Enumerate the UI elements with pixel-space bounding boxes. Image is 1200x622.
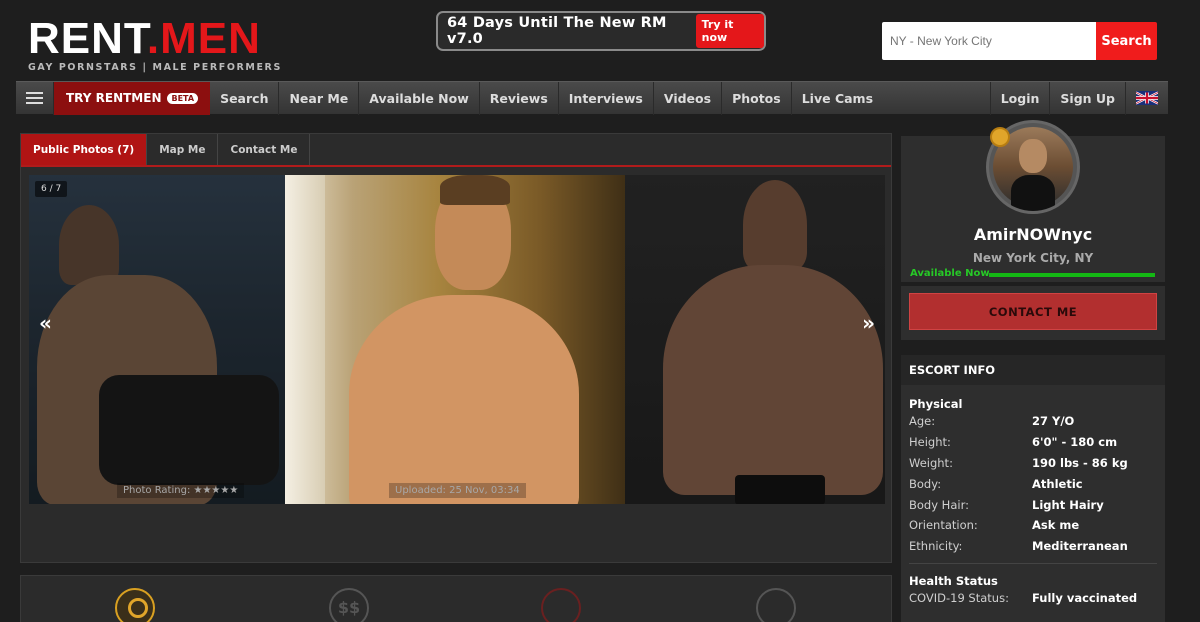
photo-rating: Photo Rating: ★★★★★ [117,483,245,498]
info-row: Orientation: Ask me [901,515,1165,536]
info-row: Ethnicity: Mediterranean [901,536,1165,557]
try-it-now-button[interactable]: Try it now [695,14,764,48]
promo-text: 64 Days Until The New RM v7.0 [447,15,667,47]
tab-map-me[interactable]: Map Me [147,134,219,165]
medal-icon [990,127,1010,147]
tab-contact-me[interactable]: Contact Me [218,134,311,165]
login-link[interactable]: Login [989,81,1050,115]
availability-bar [989,273,1155,277]
section-divider [909,562,1157,564]
language-selector[interactable] [1125,81,1168,115]
beta-badge: BETA [167,92,199,104]
tab-public-photos[interactable]: Public Photos (7) [21,134,148,165]
search-button[interactable]: Search [1096,22,1157,60]
gallery-photo-active[interactable] [285,175,625,504]
nav-item-photos[interactable]: Photos [722,81,792,115]
info-value: Fully vaccinated [1032,590,1138,605]
escort-info-title: ESCORT INFO [901,355,1165,385]
profile-tabs: Public Photos (7) Map Me Contact Me [21,134,891,167]
info-label: Orientation: [909,518,978,533]
nav-right: Login Sign Up [989,81,1168,115]
nav-item-live-cams[interactable]: Live Cams [792,82,883,115]
info-value: Mediterranean [1032,539,1128,554]
location-search-input[interactable] [882,22,1096,60]
nav-item-reviews[interactable]: Reviews [480,81,559,115]
photo-carousel: 6 / 7 « » Photo Rating: ★★★★★ Uploaded: … [29,175,885,504]
physical-title: Physical [909,397,963,411]
info-row: Height: 6'0" - 180 cm [901,432,1165,453]
info-label: Weight: [909,455,953,470]
site-logo[interactable]: RENT.MEN GAY PORNSTARS | MALE PERFORMERS [28,14,288,74]
escort-info-panel: ESCORT INFO Physical Age: 27 Y/O Height: 6'… [901,355,1165,622]
info-row: Age: 27 Y/O [901,411,1165,432]
info-row: Body: Athletic [901,473,1165,494]
gallery-photo[interactable] [625,175,885,504]
availability-status: Available Now [910,268,990,279]
clock-icon [541,588,581,622]
info-value: 6'0" - 180 cm [1032,435,1118,450]
photo-panel: Public Photos (7) Map Me Contact Me 6 / … [20,133,892,563]
info-label: Age: [909,414,936,429]
nav-item-interviews[interactable]: Interviews [559,81,654,115]
physical-info-list: Age: 27 Y/O Height: 6'0" - 180 cm Weight: 190… [901,411,1165,557]
info-value: Athletic [1032,476,1083,491]
profile-card: AmirNOWnyc New York City, NY Available N… [901,120,1165,282]
profile-location: New York City, NY [972,251,1094,265]
page: RENT.MEN GAY PORNSTARS | MALE PERFORMERS… [0,0,1200,622]
info-label: COVID-19 Status: [909,590,1009,605]
info-value: 27 Y/O [1032,414,1075,429]
nav-try-rentmen[interactable]: TRY RENTMEN BETA [54,81,211,115]
info-row: Body Hair: Light Hairy [901,494,1165,515]
health-info-list: COVID-19 Status: Fully vaccinated [901,588,1165,609]
info-label: Body Hair: [909,497,969,512]
next-photo-arrow-icon[interactable]: » [862,311,875,335]
contact-me-button[interactable]: CONTACT ME [909,293,1157,330]
info-label: Ethnicity: [909,539,963,554]
health-title: Health Status [909,573,998,588]
gallery-photo[interactable] [29,175,285,504]
info-row: COVID-19 Status: Fully vaccinated [901,588,1165,609]
main-nav: TRY RENTMEN BETA Search Near Me Availabl… [16,81,1168,115]
info-label: Height: [909,435,951,450]
prev-photo-arrow-icon[interactable]: « [39,311,52,335]
nav-item-search[interactable]: Search [210,81,280,115]
info-value: 190 lbs - 86 kg [1032,455,1128,470]
nav-item-videos[interactable]: Videos [654,81,723,115]
profile-name: AmirNOWnyc [973,225,1093,244]
rates-icon: $$ [329,588,369,622]
signup-link[interactable]: Sign Up [1049,81,1125,115]
nav-item-near-me[interactable]: Near Me [279,81,360,115]
camera-icon [756,588,796,622]
feature-icons-panel: $$ [20,575,892,622]
photo-upload-date: Uploaded: 25 Nov, 03:34 [389,483,526,498]
logo-wordmark: RENT.MEN [28,14,261,63]
uk-flag-icon [1136,91,1158,105]
hamburger-menu-icon[interactable] [16,81,54,115]
award-icon [115,588,155,622]
photo-counter: 6 / 7 [35,181,68,197]
info-value: Light Hairy [1032,497,1104,512]
info-value: Ask me [1032,518,1080,533]
nav-try-label: TRY RENTMEN [66,91,162,105]
location-search: Search [882,22,1157,60]
info-label: Body: [909,476,942,491]
version-promo-banner: 64 Days Until The New RM v7.0 Try it now [436,11,766,51]
nav-item-available-now[interactable]: Available Now [359,81,480,115]
logo-tagline: GAY PORNSTARS | MALE PERFORMERS [28,62,282,73]
info-row: Weight: 190 lbs - 86 kg [901,453,1165,474]
contact-section: CONTACT ME [901,286,1165,340]
